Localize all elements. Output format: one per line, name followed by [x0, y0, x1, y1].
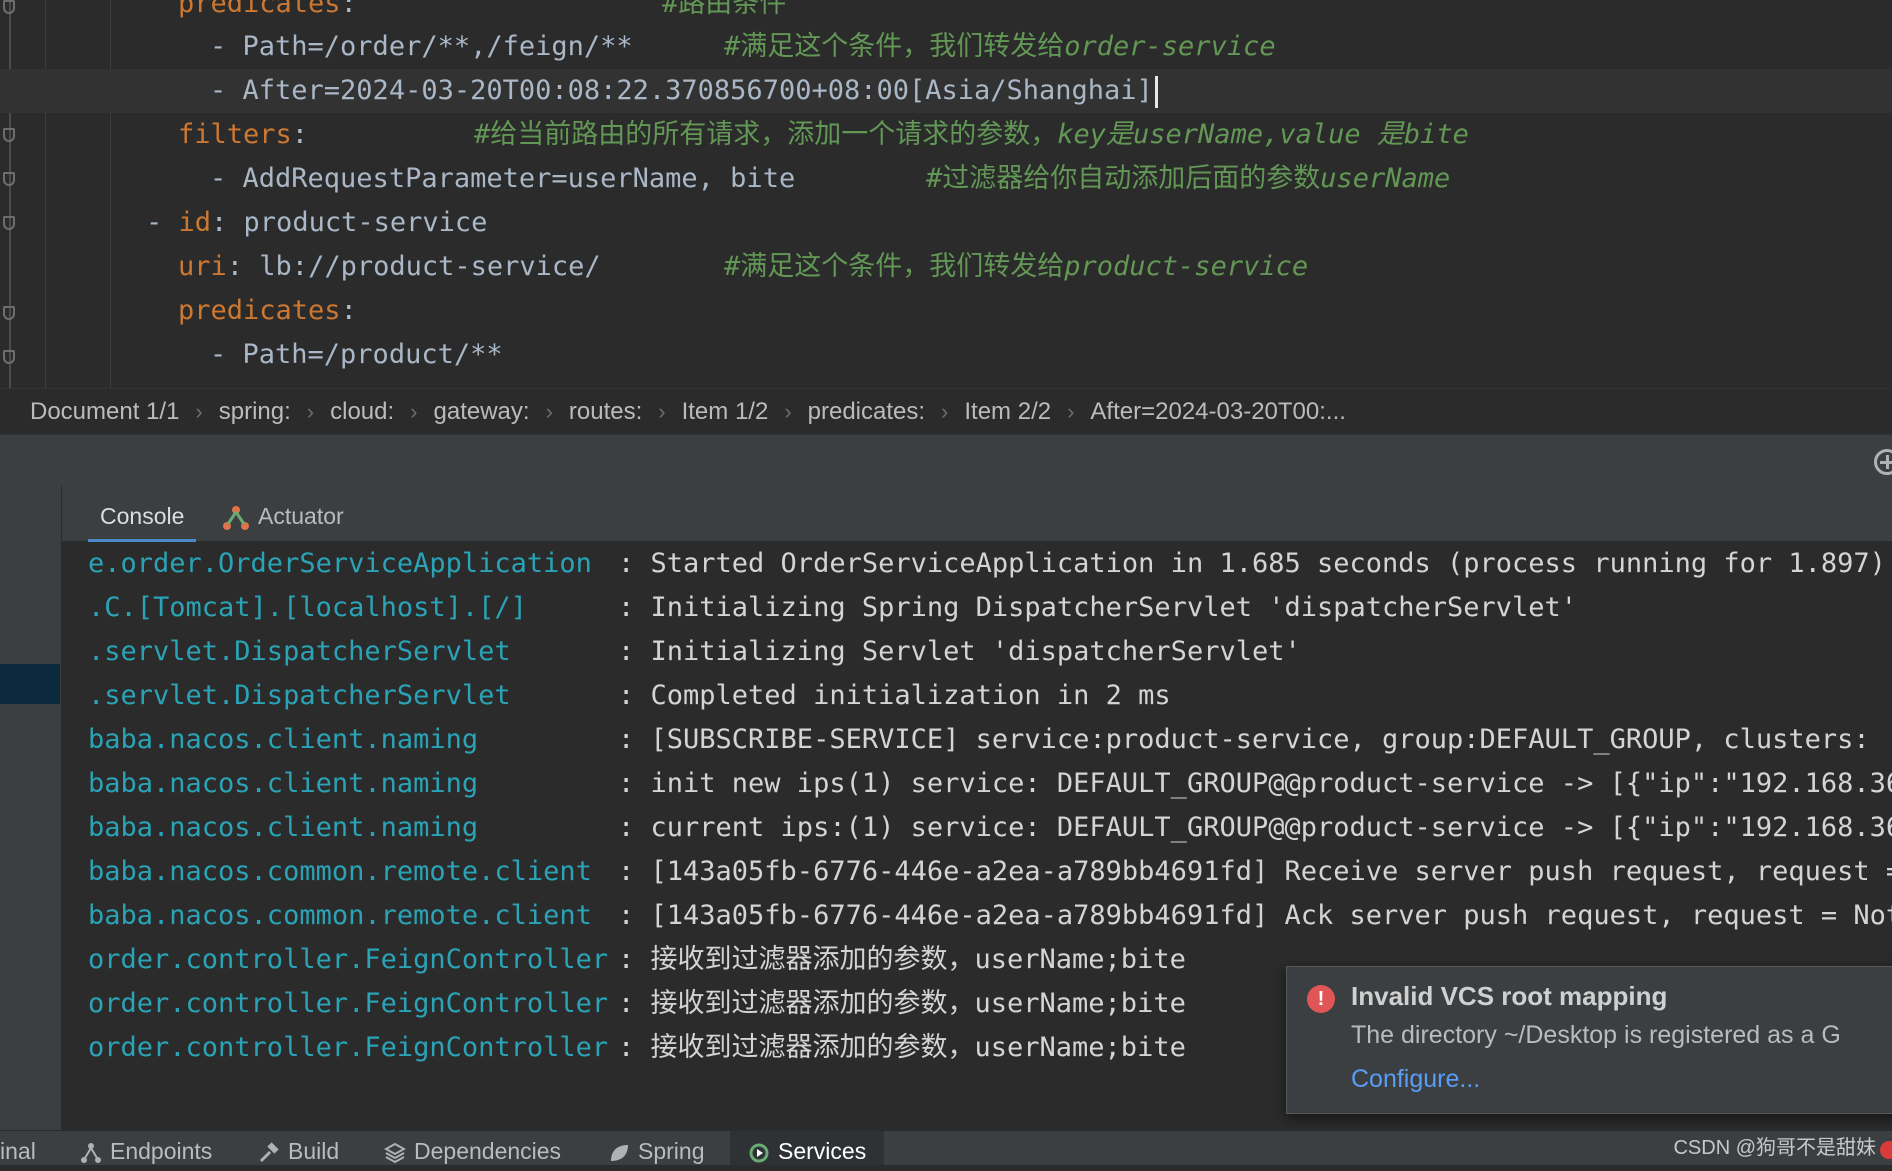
layers-icon [384, 1142, 406, 1164]
yaml-key: predicates [178, 295, 341, 326]
chevron-right-icon: › [545, 398, 553, 424]
spring-leaf-icon [611, 1144, 628, 1161]
services-tree-panel[interactable] [0, 486, 62, 1130]
tab-build[interactable]: Build [258, 1131, 339, 1165]
text-caret [1154, 75, 1158, 108]
tab-terminal[interactable]: inal [0, 1131, 36, 1165]
code-line[interactable]: filters: #给当前路由的所有请求，添加一个请求的参数，key是userN… [0, 113, 1892, 157]
comment: #满足这个条件，我们转发给 [724, 251, 1065, 282]
tab-services[interactable]: Services [730, 1131, 885, 1165]
log-line: baba.nacos.common.remote.client: [143a05… [88, 900, 1892, 931]
log-line: .servlet.DispatcherServlet: Completed in… [88, 680, 1171, 711]
tool-window-bar: inal Endpoints Build Dependencies Spring… [0, 1130, 1892, 1165]
selected-service-row[interactable] [0, 664, 60, 704]
yaml-value: product-service [243, 207, 488, 238]
code-line[interactable]: predicates: #路由条件 [0, 0, 1892, 26]
notification-title: Invalid VCS root mapping [1351, 981, 1668, 1011]
breadcrumb-item[interactable]: Item 2/2 [964, 398, 1051, 426]
error-icon: ! [1307, 985, 1335, 1013]
tab-actuator[interactable]: Actuator [222, 486, 344, 542]
breadcrumb-item[interactable]: After=2024-03-20T00:... [1090, 398, 1346, 426]
log-line: baba.nacos.client.naming: init new ips(1… [88, 768, 1892, 799]
log-line: order.controller.FeignController: 接收到过滤器… [88, 988, 1186, 1019]
code-line[interactable]: predicates: [0, 289, 1892, 333]
chevron-right-icon: › [195, 398, 203, 424]
tab-dependencies[interactable]: Dependencies [384, 1131, 561, 1165]
chevron-right-icon: › [658, 398, 666, 424]
log-line: baba.nacos.client.naming: [SUBSCRIBE-SER… [88, 724, 1870, 755]
tab-endpoints[interactable]: Endpoints [80, 1131, 212, 1165]
chevron-right-icon: › [1067, 398, 1075, 424]
log-line: .C.[Tomcat].[localhost].[/]: Initializin… [88, 592, 1578, 623]
comment: #路由条件 [662, 0, 787, 19]
yaml-editor[interactable]: predicates: #路由条件 - Path=/order/**,/feig… [0, 0, 1892, 388]
log-line: baba.nacos.common.remote.client: [143a05… [88, 856, 1892, 887]
log-line: baba.nacos.client.naming: current ips:(1… [88, 812, 1892, 843]
log-line: .servlet.DispatcherServlet: Initializing… [88, 636, 1301, 667]
code-line[interactable]: - Path=/order/**,/feign/** #满足这个条件，我们转发给… [0, 25, 1892, 69]
comment: #满足这个条件，我们转发给 [724, 31, 1065, 62]
breadcrumb-item[interactable]: routes: [569, 398, 642, 426]
breadcrumb-item[interactable]: spring: [219, 398, 291, 426]
tab-spring[interactable]: Spring [608, 1131, 704, 1165]
configure-link[interactable]: Configure... [1351, 1065, 1480, 1094]
code-line[interactable]: - AddRequestParameter=userName, bite #过滤… [0, 157, 1892, 201]
log-line: order.controller.FeignController: 接收到过滤器… [88, 1032, 1186, 1063]
code-line[interactable]: - Path=/product/** [0, 333, 1892, 377]
log-line: order.controller.FeignController: 接收到过滤器… [88, 944, 1186, 975]
chevron-right-icon: › [410, 398, 418, 424]
services-tool-header [0, 434, 1892, 487]
yaml-value: Path=/product/** [242, 339, 503, 370]
breadcrumb-item[interactable]: Document 1/1 [30, 398, 179, 426]
yaml-value: After=2024-03-20T00:08:22.370856700+08:0… [242, 75, 1153, 106]
comment: #过滤器给你自动添加后面的参数 [926, 163, 1321, 194]
run-tabs: Console Actuator [62, 486, 1892, 542]
chevron-right-icon: › [306, 398, 315, 424]
vcs-notification-balloon[interactable]: ! Invalid VCS root mapping The directory… [1286, 966, 1892, 1114]
crosshair-icon[interactable] [1874, 449, 1892, 475]
code-line-current[interactable]: - After=2024-03-20T00:08:22.370856700+08… [0, 69, 1892, 113]
watermark: CSDN @狗哥不是甜妹 [1673, 1137, 1876, 1159]
chevron-right-icon: › [941, 398, 949, 424]
breadcrumb-item[interactable]: gateway: [434, 398, 530, 426]
breadcrumb: Document 1/1 › spring: › cloud: › gateway: ›… [0, 388, 1892, 434]
breadcrumb-item[interactable]: predicates: [808, 398, 925, 426]
log-line: e.order.OrderServiceApplication: Started… [88, 548, 1886, 579]
yaml-key: predicates [178, 0, 341, 19]
hammer-icon [259, 1142, 279, 1162]
yaml-key: id [178, 207, 212, 238]
comment: #给当前路由的所有请求，添加一个请求的参数， [474, 119, 1058, 150]
notification-body: The directory ~/Desktop is registered as… [1351, 1021, 1841, 1049]
actuator-icon [223, 505, 249, 530]
yaml-value: Path=/order/**,/feign/** [242, 31, 633, 62]
breadcrumb-item[interactable]: cloud: [330, 398, 394, 426]
services-icon [749, 1143, 769, 1163]
yaml-value: lb://product-service/ [259, 251, 601, 282]
breadcrumb-item[interactable]: Item 1/2 [682, 398, 769, 426]
yaml-value: AddRequestParameter=userName, bite [242, 163, 796, 194]
tab-console[interactable]: Console [88, 486, 197, 542]
code-line[interactable]: uri: lb://product-service/ #满足这个条件，我们转发给… [0, 245, 1892, 289]
code-line[interactable]: - id: product-service [0, 201, 1892, 245]
badge-icon [1880, 1141, 1892, 1159]
yaml-key: uri [178, 251, 227, 282]
chevron-right-icon: › [784, 398, 792, 424]
yaml-key: filters [178, 119, 292, 150]
endpoints-icon [81, 1142, 101, 1163]
